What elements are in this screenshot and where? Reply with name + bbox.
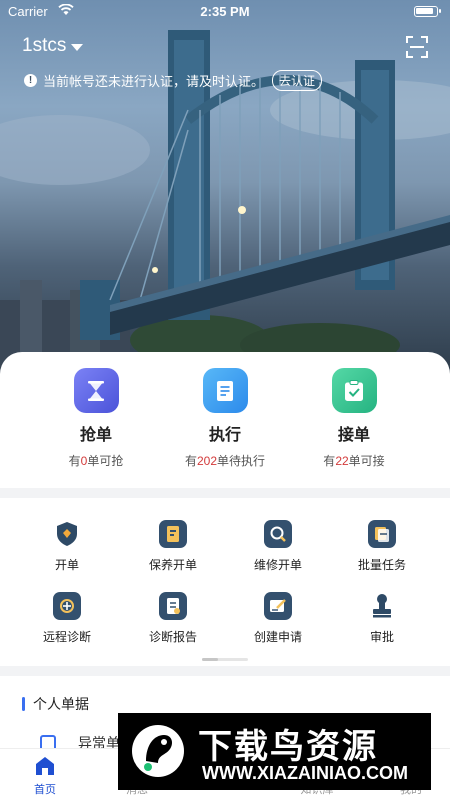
verify-button[interactable]: 去认证: [272, 70, 323, 91]
grid-item-create-request[interactable]: 创建申请: [222, 592, 334, 645]
grid-item-diagnosis-report[interactable]: 诊断报告: [117, 592, 229, 645]
clock: 2:35 PM: [200, 4, 250, 19]
grab-order-action[interactable]: 抢单 有0单可抢: [21, 368, 171, 469]
remote-diagnosis-icon: [53, 592, 81, 620]
grid-item-remote-diagnosis[interactable]: 远程诊断: [11, 592, 123, 645]
clipboard-check-icon: [331, 368, 377, 413]
page-indicator: [202, 658, 248, 661]
approval-stamp-icon: [368, 592, 396, 620]
grid-item-repair-order[interactable]: 维修开单: [222, 520, 334, 573]
batch-task-icon: [368, 520, 396, 548]
quick-action-card: 抢单 有0单可抢 执行 有202单待执行 接单 有22单可接: [0, 352, 450, 488]
grid-item-label: 远程诊断: [42, 630, 91, 644]
action-count: 202: [196, 454, 218, 468]
hero-banner: Carrier 2:35 PM 1stcs ! 当前帐号还未进行认证，请及时认证…: [0, 0, 450, 380]
action-subtitle: 有0单可抢: [68, 454, 124, 468]
grid-item-label: 保养开单: [148, 558, 197, 572]
tab-home[interactable]: 首页: [0, 755, 90, 797]
grid-item-label: 创建申请: [253, 630, 302, 644]
action-subtitle: 有202单待执行: [184, 454, 266, 468]
battery-icon: [414, 6, 441, 17]
section-accent-bar: [22, 697, 25, 711]
verification-notice: ! 当前帐号还未进行认证，请及时认证。 去认证: [24, 70, 323, 91]
notice-text: 当前帐号还未进行认证，请及时认证。: [43, 74, 265, 89]
action-title: 执行: [208, 427, 241, 444]
watermark-overlay: 下载鸟资源 WWW.XIAZAINIAO.COM: [118, 713, 431, 790]
grid-item-label: 批量任务: [357, 558, 406, 572]
repair-search-icon: [264, 520, 292, 548]
tab-label: 首页: [34, 784, 56, 796]
action-subtitle: 有22单可接: [323, 454, 385, 468]
status-bar: Carrier 2:35 PM: [0, 0, 450, 24]
grid-item-batch-task[interactable]: 批量任务: [326, 520, 438, 573]
section-header: 个人单据: [22, 694, 89, 714]
bridge-illustration: [0, 30, 450, 380]
grid-item-approval[interactable]: 审批: [326, 592, 438, 645]
scan-icon[interactable]: [406, 36, 428, 58]
document-icon: [202, 368, 248, 413]
grid-item-label: 开单: [54, 558, 79, 572]
warning-icon: !: [24, 74, 37, 87]
shield-icon: [53, 520, 81, 548]
report-icon: [159, 592, 187, 620]
caret-down-icon: [71, 43, 84, 51]
action-title: 接单: [337, 427, 370, 444]
section-title: 个人单据: [33, 696, 89, 712]
bird-logo-icon: [132, 725, 184, 777]
grid-item-label: 审批: [369, 630, 394, 644]
account-name: 1stcs: [22, 35, 67, 56]
grid-item-label: 诊断报告: [148, 630, 197, 644]
home-icon: [34, 755, 56, 777]
hourglass-icon: [73, 368, 119, 413]
watermark-title: 下载鸟资源: [198, 728, 378, 766]
execute-order-action[interactable]: 执行 有202单待执行: [150, 368, 300, 469]
account-switcher[interactable]: 1stcs: [22, 35, 84, 57]
grid-item-label: 维修开单: [253, 558, 302, 572]
watermark-url: WWW.XIAZAINIAO.COM: [202, 763, 408, 783]
grid-item-maintenance-order[interactable]: 保养开单: [117, 520, 229, 573]
maintenance-doc-icon: [159, 520, 187, 548]
action-count: 22: [335, 454, 349, 468]
page-indicator-active: [202, 658, 218, 661]
create-request-icon: [264, 592, 292, 620]
function-grid: 开单 保养开单 维修开单 批量任务 远程诊断 诊断报告 创建申请 审批: [0, 498, 450, 666]
accept-order-action[interactable]: 接单 有22单可接: [279, 368, 429, 469]
action-title: 抢单: [79, 427, 112, 444]
grid-item-open-order[interactable]: 开单: [11, 520, 123, 573]
